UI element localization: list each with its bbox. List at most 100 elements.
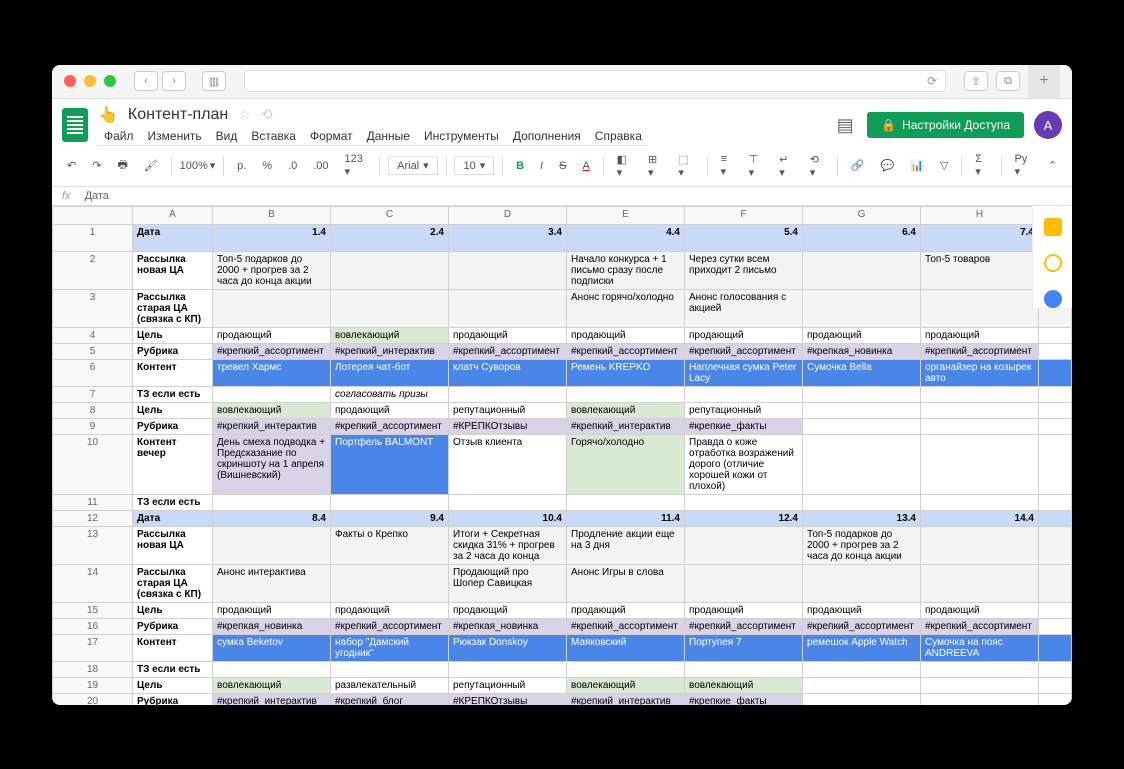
- borders-button[interactable]: ⊞ ▾: [643, 150, 667, 182]
- spreadsheet-grid[interactable]: ABCDEFGH 1Дата1.42.43.44.45.46.47.4на ло…: [52, 206, 1072, 705]
- table-row: 16Рубрика#крепкая_новинка#крепкий_ассорт…: [53, 618, 1072, 634]
- table-row: 12Дата8.49.410.411.412.413.414.4: [53, 510, 1072, 526]
- lock-icon: 🔒: [881, 118, 896, 132]
- fx-icon: fx: [62, 190, 71, 202]
- column-headers: ABCDEFGH: [53, 206, 1072, 224]
- filter-button[interactable]: ▽: [935, 156, 953, 175]
- col-header[interactable]: G: [803, 206, 921, 224]
- fill-color-button[interactable]: ◧ ▾: [612, 150, 637, 182]
- table-row: 10Контент вечерДень смеха подводка + Пре…: [53, 434, 1072, 494]
- folder-icon[interactable]: ⟲: [261, 106, 273, 123]
- reload-icon[interactable]: ⟳: [927, 74, 937, 88]
- browser-window: ‹ › ▥ ⟳ ⇪ ⧉ + 👆 Контент-план ☆ ⟲ Файл Из…: [52, 65, 1072, 705]
- col-header[interactable]: F: [685, 206, 803, 224]
- table-row: 14Рассылка старая ЦА (связка с КП)Анонс …: [53, 564, 1072, 602]
- table-row: 4Цельпродающийвовлекающийпродающийпродаю…: [53, 327, 1072, 343]
- menu-insert[interactable]: Вставка: [245, 127, 302, 145]
- minimize-icon[interactable]: [84, 75, 96, 87]
- table-row: 18ТЗ если есть: [53, 661, 1072, 677]
- functions-button[interactable]: Σ ▾: [970, 150, 992, 181]
- text-color-button[interactable]: A: [577, 157, 594, 175]
- print-button[interactable]: 🖶: [112, 153, 132, 178]
- comments-icon[interactable]: ▤: [833, 113, 857, 137]
- sheets-icon[interactable]: [62, 108, 88, 142]
- tabs-icon[interactable]: ⧉: [996, 71, 1020, 91]
- table-row: 3Рассылка старая ЦА (связка с КП)Анонс г…: [53, 289, 1072, 327]
- share-button[interactable]: 🔒Настройки Доступа: [867, 112, 1024, 138]
- tasks-icon[interactable]: [1044, 254, 1062, 272]
- font-size[interactable]: 10 ▾: [454, 156, 494, 175]
- sidebar-toggle[interactable]: ▥: [202, 71, 226, 91]
- undo-button[interactable]: ↶: [62, 156, 81, 175]
- menu-help[interactable]: Справка: [589, 127, 648, 145]
- chart-button[interactable]: 📊: [905, 156, 929, 175]
- strike-button[interactable]: S: [554, 157, 571, 175]
- address-bar[interactable]: ⟳: [244, 70, 946, 92]
- table-row: 5Рубрика#крепкий_ассортимент#крепкий_инт…: [53, 343, 1072, 359]
- table-row: 19Цельвовлекающийразвлекательныйрепутаци…: [53, 677, 1072, 693]
- star-icon[interactable]: ☆: [238, 106, 251, 123]
- col-header[interactable]: C: [331, 206, 449, 224]
- menu-data[interactable]: Данные: [361, 127, 416, 145]
- table-row: 7ТЗ если естьсогласовать призы: [53, 386, 1072, 402]
- merge-button[interactable]: ⬚ ▾: [673, 150, 698, 182]
- table-row: 1Дата1.42.43.44.45.46.47.4на ло: [53, 224, 1072, 251]
- col-header[interactable]: D: [449, 206, 567, 224]
- forward-button[interactable]: ›: [162, 71, 186, 91]
- menu-addons[interactable]: Дополнения: [507, 127, 587, 145]
- table-row: 2Рассылка новая ЦАТоп-5 подарков до 2000…: [53, 251, 1072, 289]
- toolbar: ↶ ↷ 🖶 🖌 100% ▾ р. % .0 .00 123 ▾ Arial ▾…: [52, 146, 1072, 187]
- col-header[interactable]: A: [133, 206, 213, 224]
- traffic-lights: [64, 75, 116, 87]
- menu-view[interactable]: Вид: [210, 127, 244, 145]
- comment-button[interactable]: 💬: [876, 156, 900, 175]
- side-panel: [1032, 206, 1072, 308]
- currency-button[interactable]: р.: [232, 157, 251, 175]
- italic-button[interactable]: I: [535, 157, 548, 175]
- doc-header: 👆 Контент-план ☆ ⟲ Файл Изменить Вид Вст…: [52, 99, 1072, 146]
- paint-format-button[interactable]: 🖌: [139, 156, 163, 175]
- percent-button[interactable]: %: [257, 157, 277, 175]
- halign-button[interactable]: ≡ ▾: [715, 150, 737, 181]
- menu-tools[interactable]: Инструменты: [418, 127, 505, 145]
- dec-increase[interactable]: .00: [308, 157, 333, 175]
- menu-format[interactable]: Формат: [304, 127, 359, 145]
- emoji-icon: 👆: [98, 105, 118, 125]
- link-button[interactable]: 🔗: [846, 156, 870, 175]
- number-format[interactable]: 123 ▾: [340, 150, 372, 181]
- dec-decrease[interactable]: .0: [283, 157, 302, 175]
- keep-icon[interactable]: [1044, 218, 1062, 236]
- doc-title[interactable]: Контент-план: [128, 106, 228, 124]
- zoom-select[interactable]: 100% ▾: [180, 159, 216, 172]
- rotate-button[interactable]: ⟲ ▾: [805, 150, 829, 182]
- table-row: 11ТЗ если есть: [53, 494, 1072, 510]
- contacts-icon[interactable]: [1044, 290, 1062, 308]
- close-icon[interactable]: [64, 75, 76, 87]
- wrap-button[interactable]: ↵ ▾: [774, 150, 798, 182]
- grid-area[interactable]: ABCDEFGH 1Дата1.42.43.44.45.46.47.4на ло…: [52, 206, 1072, 705]
- nav-buttons: ‹ ›: [134, 71, 186, 91]
- share-icon[interactable]: ⇪: [964, 71, 988, 91]
- maximize-icon[interactable]: [104, 75, 116, 87]
- menu-file[interactable]: Файл: [98, 127, 140, 145]
- fx-value[interactable]: Дата: [85, 190, 109, 202]
- col-header[interactable]: H: [921, 206, 1039, 224]
- formula-bar: fx Дата: [52, 187, 1072, 206]
- expand-button[interactable]: ⌃: [1043, 156, 1062, 175]
- valign-button[interactable]: ⊤ ▾: [744, 150, 769, 182]
- new-tab-button[interactable]: +: [1028, 65, 1060, 99]
- col-header[interactable]: B: [213, 206, 331, 224]
- titlebar: ‹ › ▥ ⟳ ⇪ ⧉ +: [52, 65, 1072, 99]
- input-lang[interactable]: Ру ▾: [1010, 150, 1037, 181]
- font-select[interactable]: Arial ▾: [388, 156, 438, 175]
- corner-cell[interactable]: [53, 206, 133, 224]
- avatar[interactable]: A: [1034, 111, 1062, 139]
- redo-button[interactable]: ↷: [87, 156, 106, 175]
- menu-bar: Файл Изменить Вид Вставка Формат Данные …: [98, 125, 648, 146]
- menu-edit[interactable]: Изменить: [142, 127, 208, 145]
- table-row: 9Рубрика#крепкий_интерактив#крепкий_ассо…: [53, 418, 1072, 434]
- bold-button[interactable]: B: [511, 157, 529, 175]
- back-button[interactable]: ‹: [134, 71, 158, 91]
- table-row: 15Цельпродающийпродающийпродающийпродающ…: [53, 602, 1072, 618]
- col-header[interactable]: E: [567, 206, 685, 224]
